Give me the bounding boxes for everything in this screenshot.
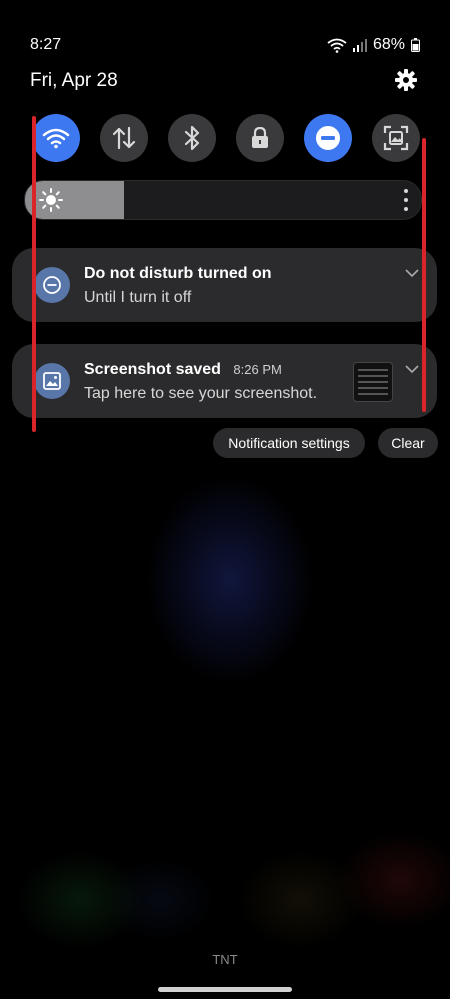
notification-title: Screenshot saved	[84, 361, 221, 378]
image-icon	[43, 372, 61, 390]
red-annotation-line-right	[422, 138, 426, 412]
notification-settings-button[interactable]: Notification settings	[213, 428, 365, 458]
mobile-data-toggle[interactable]	[100, 114, 148, 162]
do-not-disturb-icon	[316, 126, 340, 150]
chevron-down-icon[interactable]	[405, 268, 419, 278]
clear-button[interactable]: Clear	[378, 428, 438, 458]
status-bar: 8:27 68%	[30, 36, 420, 58]
do-not-disturb-toggle[interactable]	[304, 114, 352, 162]
status-time: 8:27	[30, 36, 62, 53]
carrier-label: TNT	[212, 952, 238, 967]
settings-button[interactable]	[394, 68, 418, 92]
notification-title: Do not disturb turned on	[84, 265, 272, 282]
lock-icon	[252, 127, 268, 148]
wifi-icon	[42, 128, 70, 149]
screenshot-icon	[383, 125, 409, 151]
screenshot-thumbnail[interactable]	[353, 362, 393, 402]
brightness-slider[interactable]	[24, 180, 422, 220]
quick-settings-row	[32, 114, 420, 162]
do-not-disturb-icon	[43, 276, 61, 294]
cell-signal-icon	[352, 39, 367, 52]
more-options-button[interactable]	[401, 189, 411, 211]
notification-screenshot-saved[interactable]: Screenshot saved 8:26 PM Tap here to see…	[12, 344, 437, 418]
mobile-data-icon	[112, 126, 136, 150]
red-annotation-line-left	[32, 116, 36, 432]
chevron-down-icon[interactable]	[405, 364, 419, 374]
battery-icon	[411, 38, 420, 52]
home-indicator[interactable]	[158, 987, 292, 992]
sun-icon	[39, 188, 63, 212]
bluetooth-icon	[184, 125, 200, 151]
notification-text: Until I turn it off	[84, 289, 192, 306]
notification-title-row: Screenshot saved 8:26 PM	[84, 361, 282, 379]
gear-icon	[395, 69, 417, 91]
notification-icon	[34, 363, 70, 399]
bluetooth-toggle[interactable]	[168, 114, 216, 162]
screen-lock-toggle[interactable]	[236, 114, 284, 162]
notification-icon	[34, 267, 70, 303]
wifi-signal-icon	[327, 38, 347, 53]
notification-do-not-disturb[interactable]: Do not disturb turned on Until I turn it…	[12, 248, 437, 322]
notification-text: Tap here to see your screenshot.	[84, 385, 318, 402]
battery-percent: 68%	[372, 36, 405, 53]
screenshot-toggle[interactable]	[372, 114, 420, 162]
status-icons: 68%	[327, 36, 420, 54]
date-label: Fri, Apr 28	[30, 70, 118, 91]
wifi-toggle[interactable]	[32, 114, 80, 162]
notification-time: 8:26 PM	[233, 362, 282, 377]
